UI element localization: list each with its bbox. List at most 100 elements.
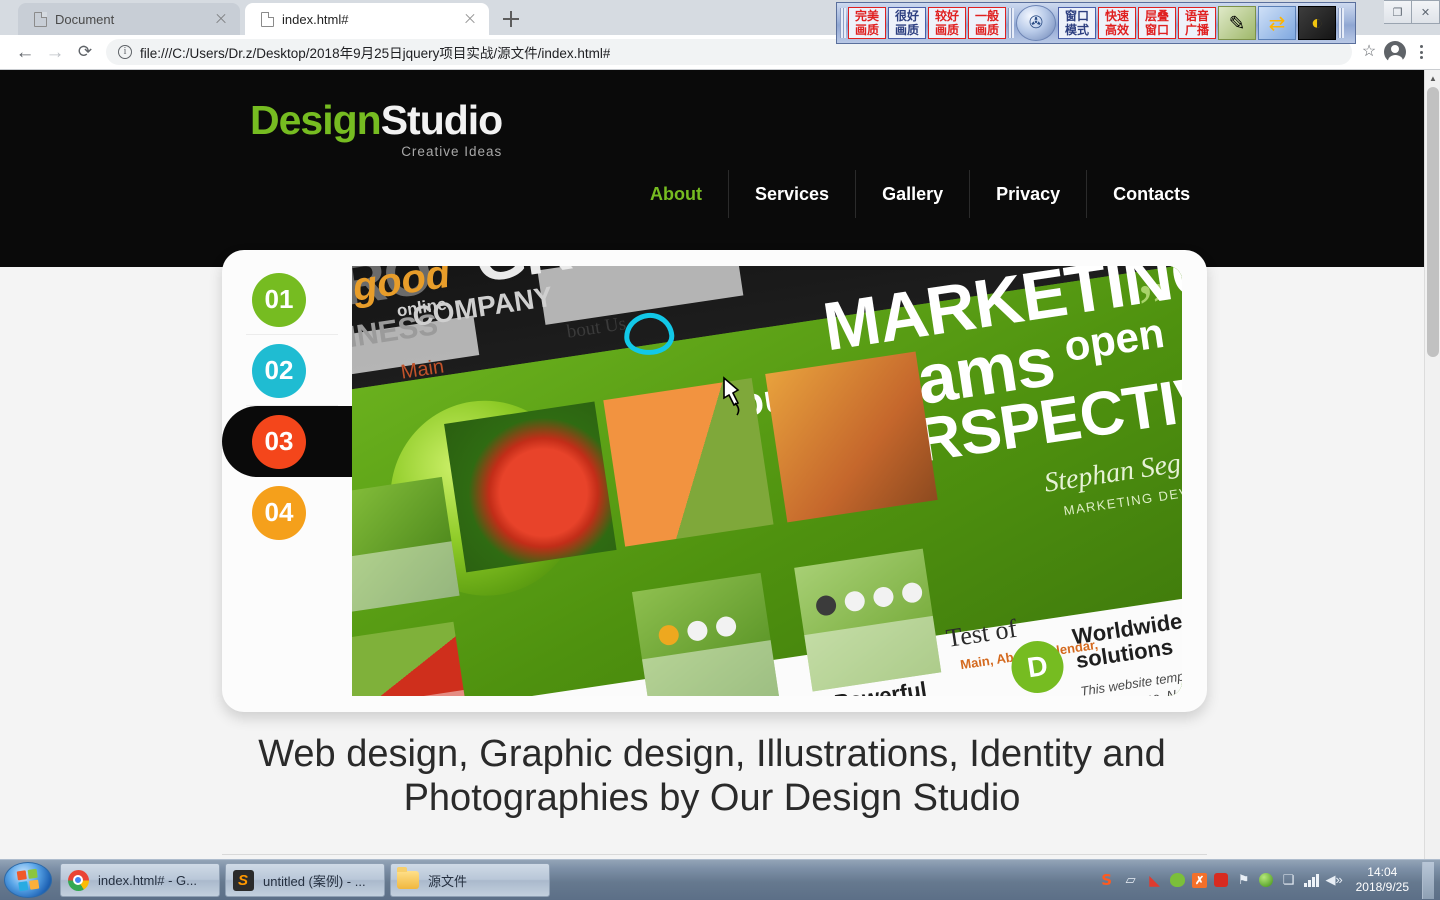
site-header: DesignStudio Creative Ideas About Servic…	[0, 70, 1424, 267]
page-scrollbar[interactable]: ▲	[1424, 70, 1440, 859]
slider-bubble: 02	[252, 343, 306, 398]
chrome-menu-icon[interactable]	[1412, 45, 1430, 59]
taskbar-item-sublime[interactable]: S untitled (案例) - ...	[225, 863, 385, 897]
fast-efficient-button[interactable]: 快速 高效	[1098, 7, 1136, 39]
forward-button[interactable]: →	[40, 37, 70, 67]
page-icon	[261, 11, 274, 27]
page-icon	[34, 11, 47, 27]
logo-part-studio: Studio	[380, 97, 504, 143]
pen-tool-icon[interactable]: ✎	[1218, 6, 1256, 40]
quality-perfect-button[interactable]: 完美 画质	[848, 7, 886, 39]
sublime-icon: S	[232, 869, 254, 891]
flag-icon[interactable]: ⚑	[1235, 872, 1252, 889]
blackboard-icon[interactable]: ◐	[1298, 6, 1336, 40]
toolbar-grip[interactable]	[840, 8, 846, 38]
printer-icon[interactable]: ❏	[1280, 872, 1297, 889]
slider-card: 01 02 03 04 PRO good online BUSINESS COM…	[222, 250, 1207, 712]
tab-title: index.html#	[282, 11, 349, 27]
nav-item-about[interactable]: About	[624, 170, 728, 218]
taskbar: index.html# - G... S untitled (案例) - ...…	[0, 859, 1440, 900]
pen-cursor-icon	[723, 376, 740, 416]
nav-item-contacts[interactable]: Contacts	[1086, 170, 1216, 218]
tab-title: Document	[55, 11, 115, 27]
frog-icon[interactable]	[1170, 873, 1186, 887]
volume-icon[interactable]: ◀»	[1326, 872, 1343, 889]
slider-button-01[interactable]: 01	[222, 264, 352, 335]
window-controls: ❐ ✕	[1384, 0, 1440, 26]
profile-avatar-icon[interactable]	[1384, 41, 1406, 67]
restore-window-button[interactable]: ❐	[1384, 0, 1412, 24]
toolbar-grip[interactable]	[1338, 8, 1344, 38]
quality-good-button[interactable]: 较好 画质	[928, 7, 966, 39]
start-button[interactable]	[4, 862, 52, 898]
folder-icon	[397, 867, 419, 891]
close-window-button[interactable]: ✕	[1412, 0, 1440, 24]
url-text[interactable]: file:///C:/Users/Dr.z/Desktop/2018年9月25日…	[140, 42, 610, 62]
info-icon[interactable]: i	[118, 45, 132, 59]
slider-bubble: 03	[252, 414, 306, 469]
red-arrow-icon[interactable]: ◣	[1146, 872, 1163, 889]
sogou-input-icon[interactable]: S	[1098, 871, 1115, 889]
pin-icon[interactable]: ✇	[1016, 5, 1056, 41]
browser-tab-index[interactable]: index.html#	[245, 3, 489, 35]
toolbar-grip[interactable]	[1008, 8, 1014, 38]
site-logo[interactable]: DesignStudio Creative Ideas	[250, 97, 504, 159]
arrow-right-icon: →	[45, 41, 65, 63]
new-tab-button[interactable]	[500, 8, 522, 30]
taskbar-item-folder[interactable]: 源文件	[390, 863, 550, 897]
quality-normal-button[interactable]: 一般 画质	[968, 7, 1006, 39]
close-icon[interactable]	[461, 10, 479, 28]
artwork-tile-greens	[352, 476, 460, 615]
window-mode-button[interactable]: 窗口 模式	[1058, 7, 1096, 39]
headline-line-2: Photographies by Our Design Studio	[403, 777, 1021, 819]
section-divider	[222, 854, 1207, 855]
arrow-left-icon: ←	[15, 41, 35, 63]
green-ball-icon[interactable]	[1259, 873, 1274, 887]
slider-button-02[interactable]: 02	[222, 335, 352, 406]
reload-button[interactable]: ⟳	[70, 37, 100, 67]
back-button[interactable]: ←	[10, 37, 40, 67]
system-tray: S ▱ ◣ ✗ ⚑ ❏ ◀» 14:04 2018/9/25	[1098, 861, 1440, 899]
clock-date: 2018/9/25	[1355, 880, 1409, 894]
headline-line-1: Web design, Graphic design, Illustration…	[258, 733, 1166, 775]
taskbar-item-label: untitled (案例) - ...	[263, 873, 366, 889]
cascade-windows-button[interactable]: 层叠 窗口	[1138, 7, 1176, 39]
close-icon[interactable]	[212, 10, 230, 28]
page-headline: Web design, Graphic design, Illustration…	[0, 732, 1424, 820]
main-navigation: About Services Gallery Privacy Contacts	[624, 170, 1216, 218]
bookmark-star-icon[interactable]: ☆	[1360, 43, 1378, 61]
browser-tab-document[interactable]: Document	[18, 3, 240, 35]
slider-image-03[interactable]: PRO GROSS good online recipes BUSINESS C…	[352, 266, 1182, 696]
swap-windows-icon[interactable]: ⇄	[1258, 6, 1296, 40]
taskbar-item-label: 源文件	[428, 873, 468, 889]
nav-item-services[interactable]: Services	[727, 170, 855, 218]
scroll-up-icon[interactable]: ▲	[1425, 70, 1440, 87]
screen-root: Document index.html# ← → ⟳ i file:///C:/…	[0, 0, 1440, 900]
quality-very-good-button[interactable]: 很好 画质	[888, 7, 926, 39]
slider-navigation: 01 02 03 04	[222, 264, 352, 548]
artwork-tile-dots	[794, 548, 942, 692]
chrome-icon	[67, 869, 89, 891]
logo-tagline: Creative Ideas	[401, 144, 503, 159]
nav-item-gallery[interactable]: Gallery	[855, 170, 969, 218]
x-orange-icon[interactable]: ✗	[1192, 872, 1208, 888]
taskbar-item-chrome[interactable]: index.html# - G...	[60, 863, 220, 897]
slider-button-03[interactable]: 03	[222, 406, 352, 477]
stop-record-icon[interactable]	[1214, 873, 1229, 887]
voice-broadcast-button[interactable]: 语音 广播	[1178, 7, 1216, 39]
slider-bubble: 01	[252, 272, 306, 327]
network-icon[interactable]	[1304, 873, 1319, 887]
scrollbar-thumb[interactable]	[1427, 87, 1439, 357]
taskbar-item-label: index.html# - G...	[98, 872, 197, 888]
artwork-tile-tomato	[444, 401, 617, 573]
slider-button-04[interactable]: 04	[222, 477, 352, 548]
clock-time: 14:04	[1367, 865, 1398, 879]
screen-recorder-toolbar[interactable]: 完美 画质 很好 画质 较好 画质 一般 画质 ✇ 窗口 模式 快速 高效 层叠 窗口 语音广…	[836, 2, 1356, 44]
slider-bubble: 04	[252, 485, 306, 540]
taskbar-clock[interactable]: 14:04 2018/9/25	[1350, 865, 1415, 895]
nav-item-privacy[interactable]: Privacy	[969, 170, 1086, 218]
show-desktop-button[interactable]	[1422, 861, 1434, 899]
tray-overflow-icon[interactable]: ▱	[1122, 872, 1139, 889]
reload-icon: ⟳	[77, 42, 93, 61]
logo-text: DesignStudio	[250, 97, 504, 143]
